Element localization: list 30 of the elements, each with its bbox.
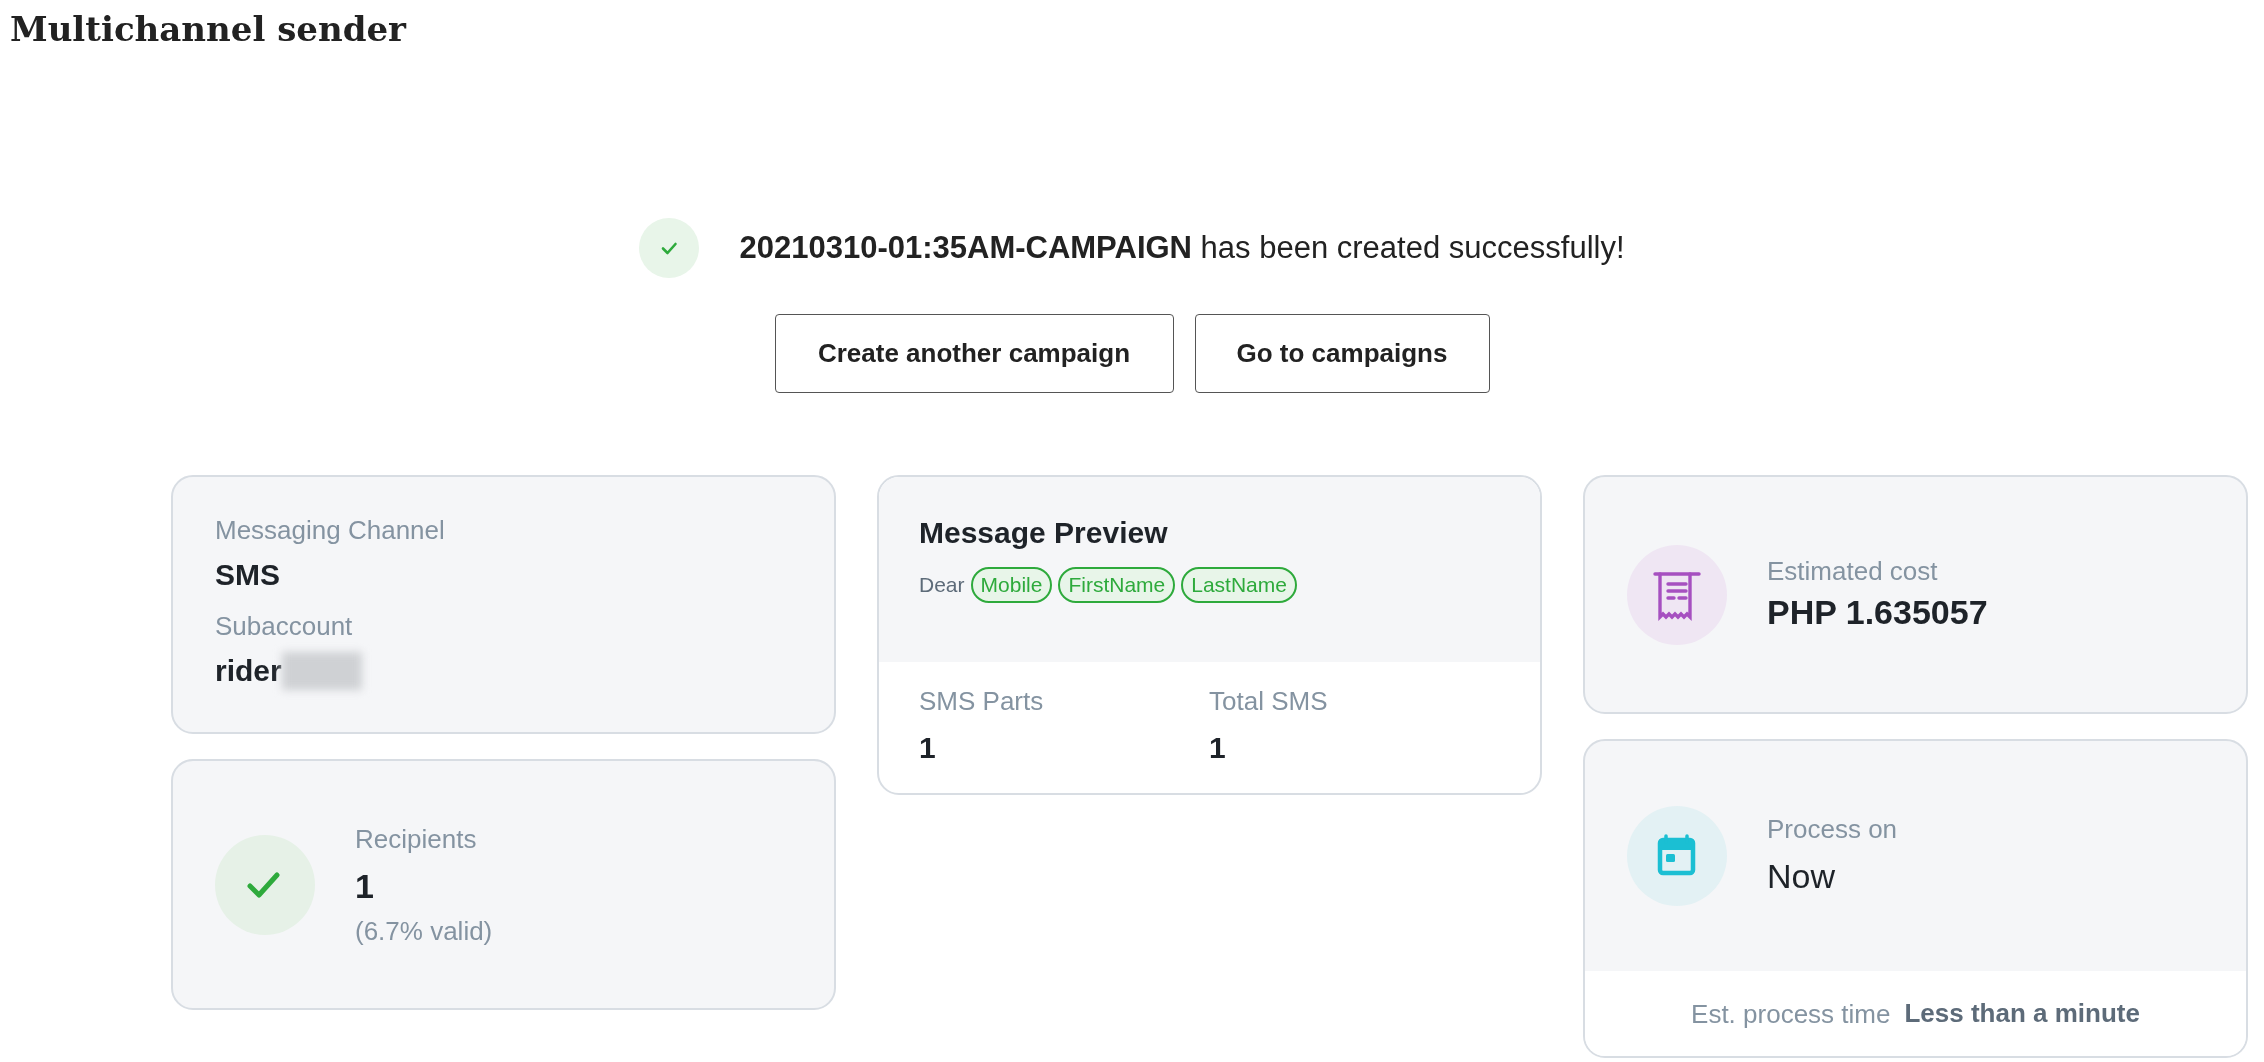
action-button[interactable]: Create another campaign (774, 314, 1174, 393)
placeholder-tag: LastName (1181, 567, 1297, 603)
cost-label: Estimated cost (1767, 554, 1939, 588)
placeholder-tag: Mobile (970, 567, 1053, 603)
success-message: 20210310-01:35AM-CAMPAIGN has been created successfully! (739, 230, 1625, 266)
schedule-value: Now (1767, 856, 1837, 897)
field-value: SMS (215, 557, 280, 593)
stat-value: 1 (1209, 730, 1227, 766)
action-button[interactable]: Go to campaigns (1194, 314, 1490, 393)
recipients-label: Recipients (355, 822, 478, 856)
check-icon (215, 834, 315, 935)
schedule-label: Process on (1767, 813, 1898, 846)
greeting-text: Dear (919, 573, 965, 597)
cost-value: PHP 1.635057 (1767, 591, 1988, 633)
process-time-value: Less than a minute (1904, 998, 2140, 1029)
calendar-icon (1627, 806, 1727, 906)
stat-value: 1 (919, 730, 937, 766)
check-icon (639, 218, 700, 278)
preview-title: Message Preview (919, 515, 1169, 551)
receipt-icon (1627, 544, 1727, 645)
stat-label: Total SMS (1209, 685, 1329, 718)
placeholder-tag: FirstName (1058, 567, 1176, 603)
field-value: rider (215, 653, 282, 689)
valid-share: (6.7% valid) (355, 914, 493, 948)
stat-label: SMS Parts (919, 685, 1045, 718)
process-time-label: Est. process time (1691, 997, 1891, 1031)
field-label: Messaging Channel (215, 514, 446, 547)
field-label: Subaccount (215, 610, 354, 643)
page-title: Multichannel sender (9, 8, 406, 50)
recipients-count: 1 (355, 865, 375, 907)
